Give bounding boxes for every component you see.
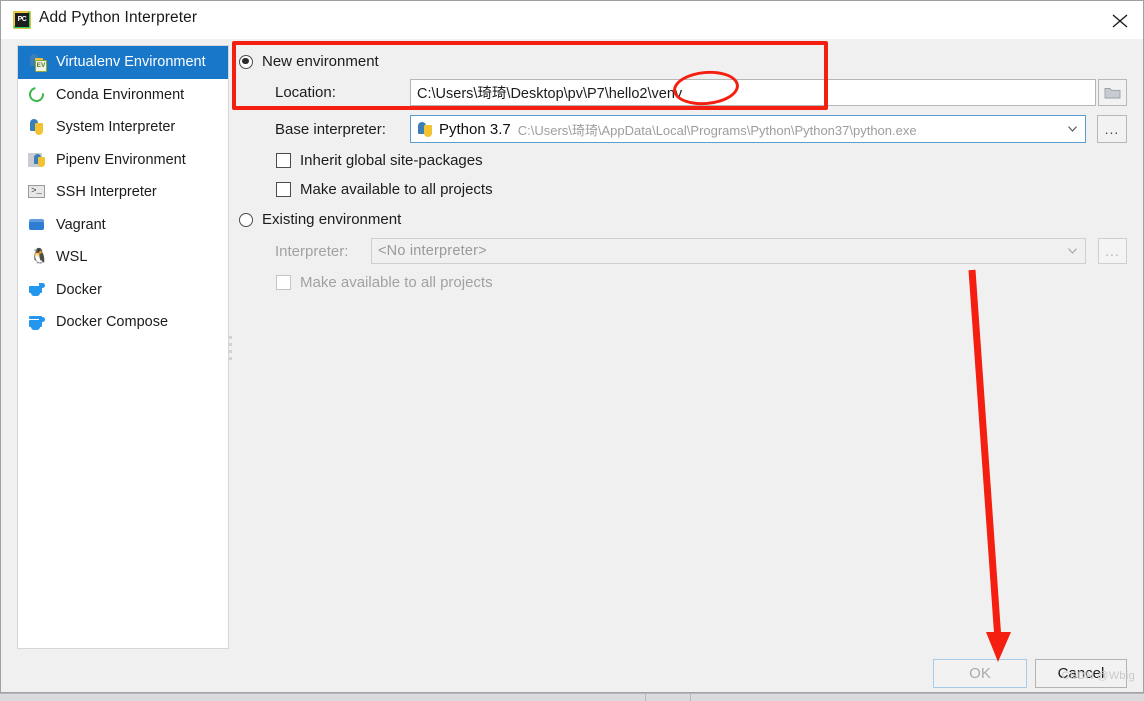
existing-interpreter-value: <No interpreter> [378, 243, 487, 259]
watermark: CSDN @Wbig [1062, 670, 1135, 682]
conda-icon [28, 86, 46, 104]
radio-indicator [239, 55, 253, 69]
new-environment-radio[interactable]: New environment [239, 53, 379, 70]
sidebar-item-virtualenv-environment[interactable]: EV Virtualenv Environment [18, 46, 228, 79]
checkbox-indicator [276, 153, 291, 168]
sidebar-item-pipenv-environment[interactable]: Pipenv Environment [18, 144, 228, 177]
dialog-titlebar: Add Python Interpreter [1, 1, 1143, 39]
panel-splitter-handle[interactable] [228, 336, 233, 362]
sidebar-item-label: WSL [56, 249, 87, 265]
sidebar-item-docker[interactable]: Docker [18, 274, 228, 307]
ok-button[interactable]: OK [933, 659, 1027, 688]
inherit-global-site-packages-checkbox[interactable]: Inherit global site-packages [276, 152, 483, 169]
docker-compose-icon [28, 313, 46, 331]
checkbox-indicator [276, 275, 291, 290]
checkbox-label: Inherit global site-packages [300, 152, 483, 169]
sidebar-item-label: Docker [56, 282, 102, 298]
screenshot-root: Add Python Interpreter EV Virtualenv Env… [0, 0, 1144, 701]
folder-icon [1104, 86, 1121, 99]
close-icon[interactable] [1097, 1, 1143, 39]
sidebar-item-ssh-interpreter[interactable]: >_ SSH Interpreter [18, 176, 228, 209]
add-python-interpreter-dialog: Add Python Interpreter EV Virtualenv Env… [0, 0, 1144, 693]
base-interpreter-more-button[interactable]: ... [1097, 115, 1127, 143]
sidebar-item-label: System Interpreter [56, 119, 175, 135]
existing-make-available-all-projects-checkbox[interactable]: Make available to all projects [276, 274, 493, 291]
chevron-down-icon [1068, 126, 1077, 132]
checkbox-indicator [276, 182, 291, 197]
sidebar-item-vagrant[interactable]: Vagrant [18, 209, 228, 242]
sidebar-item-docker-compose[interactable]: Docker Compose [18, 306, 228, 339]
sidebar-item-label: Docker Compose [56, 314, 168, 330]
sidebar-item-label: SSH Interpreter [56, 184, 157, 200]
existing-environment-radio[interactable]: Existing environment [239, 211, 401, 228]
existing-interpreter-combo[interactable]: <No interpreter> [371, 238, 1086, 264]
base-interpreter-combo[interactable]: Python 3.7 C:\Users\琦琦\AppData\Local\Pro… [410, 115, 1086, 143]
location-input[interactable]: C:\Users\琦琦\Desktop\pv\P7\hello2\venv [410, 79, 1096, 106]
location-input-value: C:\Users\琦琦\Desktop\pv\P7\hello2\venv [417, 82, 682, 103]
sidebar-item-label: Virtualenv Environment [56, 54, 206, 70]
sidebar-item-system-interpreter[interactable]: System Interpreter [18, 111, 228, 144]
base-interpreter-label: Base interpreter: [275, 121, 386, 138]
location-browse-button[interactable] [1098, 79, 1127, 106]
sidebar-item-label: Vagrant [56, 217, 106, 233]
dialog-title: Add Python Interpreter [39, 9, 197, 27]
base-interpreter-name: Python 3.7 [439, 121, 511, 138]
base-interpreter-path: C:\Users\琦琦\AppData\Local\Programs\Pytho… [518, 120, 917, 139]
pycharm-icon [13, 11, 31, 29]
pipenv-icon [28, 151, 46, 169]
python-icon [417, 121, 434, 138]
close-glyph [1112, 14, 1128, 28]
sidebar-item-conda-environment[interactable]: Conda Environment [18, 79, 228, 112]
checkbox-label: Make available to all projects [300, 274, 493, 291]
checkbox-label: Make available to all projects [300, 181, 493, 198]
terminal-icon: >_ [28, 183, 46, 201]
linux-penguin-icon: 🐧 [28, 248, 46, 266]
radio-indicator [239, 213, 253, 227]
sidebar-item-wsl[interactable]: 🐧 WSL [18, 241, 228, 274]
sidebar-item-label: Pipenv Environment [56, 152, 186, 168]
taskbar-strip [0, 693, 1144, 701]
existing-environment-radio-label: Existing environment [262, 211, 401, 228]
virtualenv-icon: EV [28, 53, 46, 71]
existing-interpreter-more-button[interactable]: ... [1098, 238, 1127, 264]
docker-icon [28, 281, 46, 299]
python-icon [28, 118, 46, 136]
interpreter-type-list[interactable]: EV Virtualenv Environment Conda Environm… [17, 45, 229, 649]
make-available-all-projects-checkbox[interactable]: Make available to all projects [276, 181, 493, 198]
chevron-down-icon [1068, 248, 1077, 254]
interpreter-label: Interpreter: [275, 243, 348, 260]
new-environment-radio-label: New environment [262, 53, 379, 70]
sidebar-item-label: Conda Environment [56, 87, 184, 103]
vagrant-icon [28, 216, 46, 234]
location-label: Location: [275, 84, 336, 101]
